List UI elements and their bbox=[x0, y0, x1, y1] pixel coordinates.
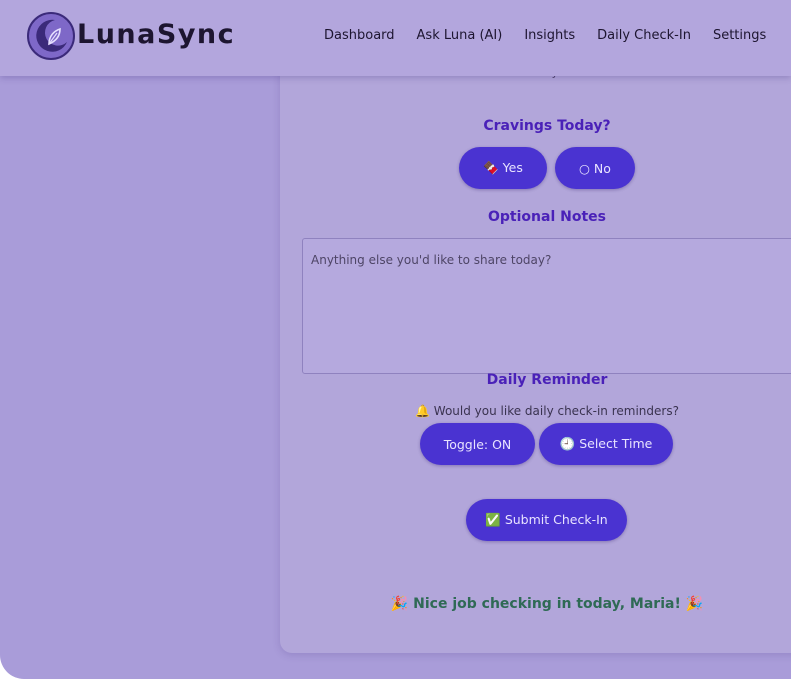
app-window: LunaSync Dashboard Ask Luna (AI) Insight… bbox=[0, 0, 791, 679]
cravings-title: Cravings Today? bbox=[483, 118, 611, 134]
submit-check-in-button[interactable]: ✅ Submit Check-In bbox=[466, 499, 627, 541]
moon-leaf-logo-icon[interactable] bbox=[27, 12, 75, 60]
nav-dashboard[interactable]: Dashboard bbox=[324, 28, 395, 43]
brand-name: LunaSync bbox=[77, 19, 236, 50]
notes-title: Optional Notes bbox=[488, 209, 606, 225]
select-time-button[interactable]: 🕘 Select Time bbox=[539, 423, 673, 465]
cravings-no-button[interactable]: ○ No bbox=[555, 147, 635, 189]
nav-ask-luna[interactable]: Ask Luna (AI) bbox=[417, 28, 503, 43]
nav-daily-check-in[interactable]: Daily Check-In bbox=[597, 28, 691, 43]
reminder-question: 🔔 Would you like daily check-in reminder… bbox=[415, 404, 679, 418]
reminder-toggle-button[interactable]: Toggle: ON bbox=[420, 423, 535, 465]
cravings-yes-button[interactable]: 🍫 Yes bbox=[459, 147, 547, 189]
reminder-title: Daily Reminder bbox=[486, 372, 608, 388]
success-message: 🎉 Nice job checking in today, Maria! 🎉 bbox=[390, 596, 704, 612]
nav-insights[interactable]: Insights bbox=[524, 28, 575, 43]
top-navbar: LunaSync Dashboard Ask Luna (AI) Insight… bbox=[0, 0, 791, 76]
nav-settings[interactable]: Settings bbox=[713, 28, 766, 43]
nav-links: Dashboard Ask Luna (AI) Insights Daily C… bbox=[324, 28, 766, 43]
notes-textarea[interactable] bbox=[302, 238, 791, 374]
